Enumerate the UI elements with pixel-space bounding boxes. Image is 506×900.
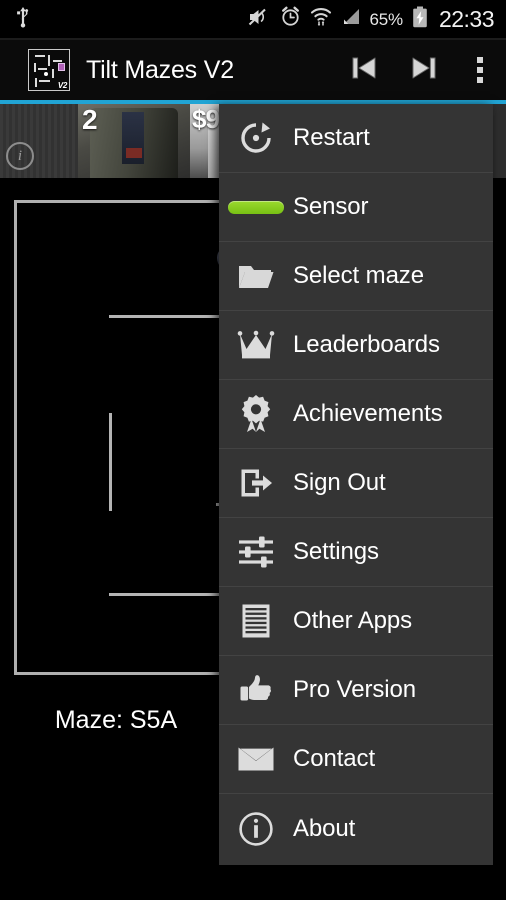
app-icon-version-label: V2 (57, 81, 67, 90)
menu-item-leaderboards[interactable]: Leaderboards (219, 311, 493, 380)
menu-item-label: Other Apps (293, 607, 413, 634)
menu-item-contact[interactable]: Contact (219, 725, 493, 794)
status-bar-left (0, 6, 32, 33)
restart-icon (219, 104, 293, 173)
menu-item-label: Restart (293, 124, 370, 151)
skip-next-icon (408, 52, 440, 89)
battery-percent: 65% (369, 9, 404, 29)
ad-cell-1: 2 (78, 104, 190, 178)
alarm-icon (280, 6, 301, 32)
menu-item-achievements[interactable]: Achievements (219, 380, 493, 449)
sliders-icon (219, 518, 293, 587)
menu-item-other-apps[interactable]: Other Apps (219, 587, 493, 656)
toggle-on-icon[interactable] (219, 173, 293, 242)
info-circle-icon (219, 794, 293, 863)
page-title: Tilt Mazes V2 (86, 55, 234, 84)
phone-screen: 65% 22:33 V2 Tilt Mazes V2 2 $9 i Maze: … (0, 0, 506, 900)
mute-icon (248, 7, 271, 32)
sign-out-icon (219, 449, 293, 518)
status-bar: 65% 22:33 (0, 0, 506, 38)
menu-item-select-maze[interactable]: Select maze (219, 242, 493, 311)
menu-item-label: Select maze (293, 262, 424, 289)
maze-label: Maze: S5A (54, 706, 178, 734)
skip-previous-icon (348, 52, 380, 89)
ball-marker (44, 72, 48, 76)
menu-item-label: Pro Version (293, 676, 416, 703)
action-bar: V2 Tilt Mazes V2 (0, 40, 506, 100)
next-button[interactable] (394, 40, 454, 100)
ad-info-icon[interactable]: i (6, 142, 34, 170)
overflow-menu-icon (477, 57, 483, 83)
action-bar-actions (334, 40, 506, 100)
goal-marker (58, 63, 65, 71)
menu-item-sign-out[interactable]: Sign Out (219, 449, 493, 518)
crown-icon (219, 311, 293, 380)
award-icon (219, 380, 293, 449)
menu-item-sensor[interactable]: Sensor (219, 173, 493, 242)
overflow-button[interactable] (454, 40, 506, 100)
previous-button[interactable] (334, 40, 394, 100)
ad-price-1: $9 (192, 104, 220, 134)
menu-item-label: Contact (293, 745, 376, 772)
signal-icon (341, 7, 361, 31)
menu-item-label: Settings (293, 538, 379, 565)
menu-item-about[interactable]: About (219, 794, 493, 863)
list-icon (219, 587, 293, 656)
menu-item-pro-version[interactable]: Pro Version (219, 656, 493, 725)
maze-wall (109, 413, 112, 511)
overflow-popup-menu: Restart Sensor Select maze Leaderboards … (219, 104, 493, 865)
status-bar-right: 65% 22:33 (248, 6, 506, 33)
thumbs-up-icon (219, 656, 293, 725)
wifi-icon (310, 6, 332, 32)
menu-item-label: Achievements (293, 400, 443, 427)
app-icon: V2 (28, 49, 70, 91)
usb-icon (14, 6, 32, 33)
folder-icon (219, 242, 293, 311)
menu-item-label: Leaderboards (293, 331, 440, 358)
menu-item-settings[interactable]: Settings (219, 518, 493, 587)
battery-charging-icon (412, 6, 428, 33)
menu-item-restart[interactable]: Restart (219, 104, 493, 173)
clock: 22:33 (438, 5, 495, 32)
menu-item-label: About (293, 814, 356, 842)
envelope-icon (219, 725, 293, 794)
menu-item-label: Sign Out (293, 469, 386, 496)
ad-price-0: 2 (82, 104, 98, 135)
menu-item-label: Sensor (293, 193, 369, 220)
